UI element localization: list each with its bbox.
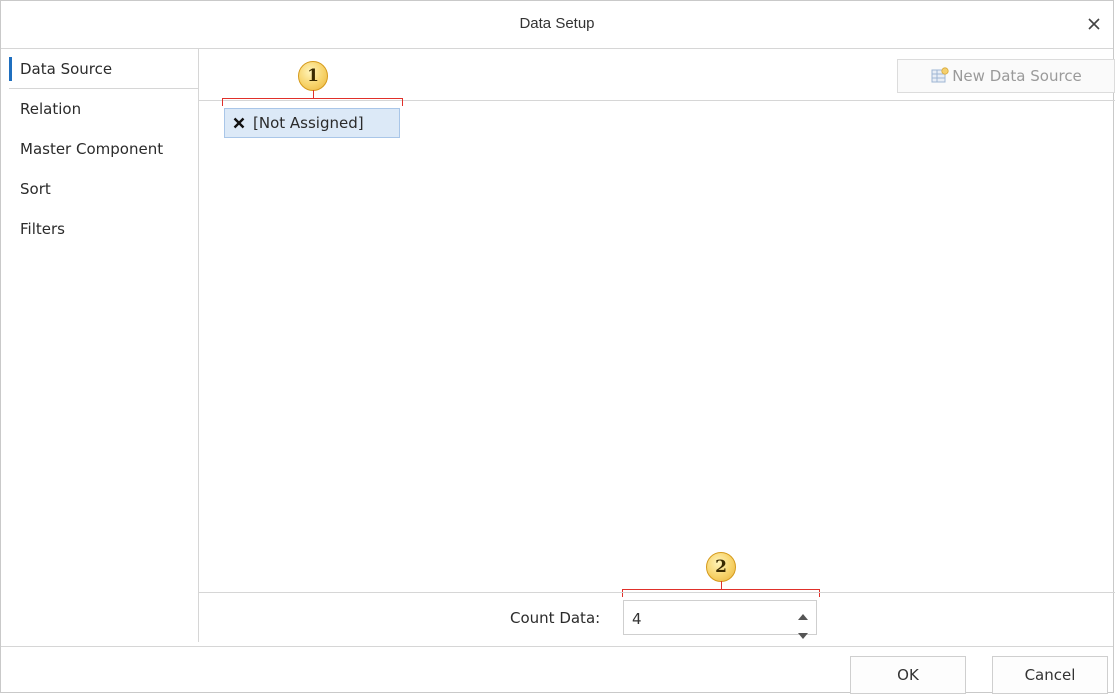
dialog-footer: OK Cancel — [1, 646, 1113, 694]
main-panel: New Data Source 1 [Not Assigned] 2 Count… — [199, 49, 1115, 642]
sidebar-item-label: Sort — [20, 180, 51, 198]
ok-button[interactable]: OK — [850, 656, 966, 694]
callout-marker-2: 2 — [706, 552, 736, 582]
cancel-button[interactable]: Cancel — [992, 656, 1108, 694]
callout-1-stem — [313, 90, 314, 98]
sidebar-item-label: Master Component — [20, 140, 164, 158]
close-icon — [1088, 18, 1100, 30]
sidebar-item-data-source[interactable]: Data Source — [9, 49, 198, 89]
close-button[interactable] — [1081, 11, 1107, 37]
x-icon — [233, 117, 245, 129]
data-source-item-not-assigned[interactable]: [Not Assigned] — [224, 108, 400, 138]
count-data-spinner — [796, 605, 810, 639]
new-data-source-button[interactable]: New Data Source — [897, 59, 1115, 93]
new-data-source-icon — [931, 67, 949, 83]
spin-up-icon[interactable] — [798, 605, 808, 624]
new-data-source-label: New Data Source — [952, 67, 1082, 85]
sidebar-item-relation[interactable]: Relation — [9, 89, 198, 129]
spin-down-icon[interactable] — [798, 624, 808, 643]
title-bar: Data Setup — [1, 1, 1113, 49]
count-data-value: 4 — [632, 610, 642, 628]
count-data-input[interactable]: 4 — [623, 600, 817, 639]
data-setup-dialog: Data Setup Data Source Relation Master C… — [0, 0, 1115, 694]
count-data-bar: Count Data: 4 — [199, 592, 1115, 642]
sidebar: Data Source Relation Master Component So… — [9, 49, 199, 642]
sidebar-item-label: Filters — [20, 220, 65, 238]
sidebar-item-master-component[interactable]: Master Component — [9, 129, 198, 169]
count-data-label: Count Data: — [510, 609, 601, 627]
callout-1-bracket — [222, 98, 403, 106]
dialog-title: Data Setup — [519, 15, 595, 32]
sidebar-item-label: Relation — [20, 100, 82, 118]
sidebar-item-label: Data Source — [20, 60, 113, 78]
sidebar-item-filters[interactable]: Filters — [9, 209, 198, 249]
data-source-item-label: [Not Assigned] — [253, 114, 364, 132]
callout-2-stem — [721, 581, 722, 589]
sidebar-item-sort[interactable]: Sort — [9, 169, 198, 209]
toolbar: New Data Source — [199, 49, 1115, 101]
callout-marker-1: 1 — [298, 61, 328, 91]
